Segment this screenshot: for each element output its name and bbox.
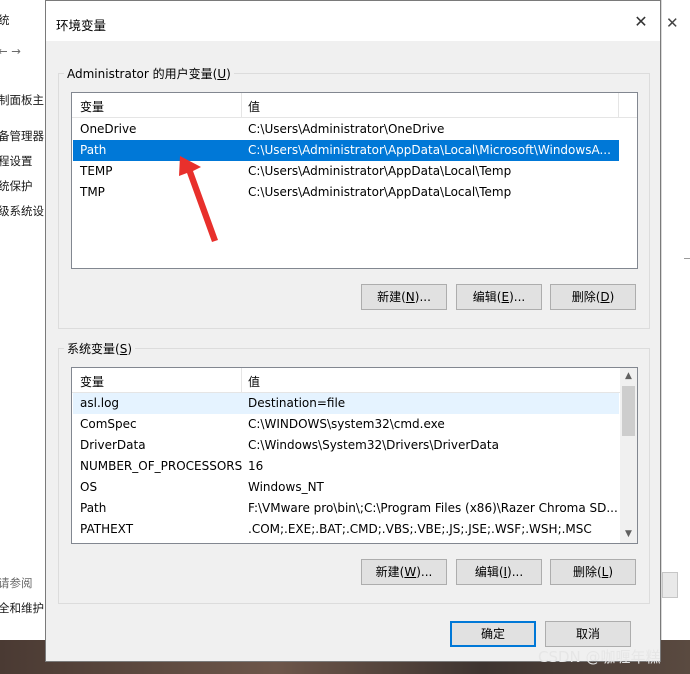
variable-value: C:\Users\Administrator\AppData\Local\Mic…	[248, 143, 611, 157]
column-header-variable[interactable]: 变量	[80, 98, 104, 115]
variable-name: DriverData	[80, 438, 146, 452]
user-edit-button[interactable]: 编辑(E)...	[456, 284, 542, 310]
background-window-right-edge: ✕	[661, 0, 690, 662]
system-edit-button[interactable]: 编辑(I)...	[456, 559, 542, 585]
scroll-down-icon[interactable]: ▼	[620, 526, 637, 543]
variable-name: PATHEXT	[80, 522, 134, 536]
system-row-pathext[interactable]: PATHEXT .COM;.EXE;.BAT;.CMD;.VBS;.VBE;.J…	[73, 519, 619, 540]
bg-fragment-system: 统	[0, 13, 10, 27]
system-delete-button[interactable]: 删除(L)	[550, 559, 636, 585]
bg-fragment-control-panel-home[interactable]: 制面板主	[0, 92, 44, 108]
bg-fragment-remote-settings[interactable]: 程设置	[0, 153, 33, 169]
dialog-titlebar[interactable]: 环境变量 ✕	[46, 1, 660, 41]
bg-fragment-advanced-settings[interactable]: 级系统设	[0, 203, 44, 219]
variable-name: ComSpec	[80, 417, 137, 431]
user-row-tmp[interactable]: TMP C:\Users\Administrator\AppData\Local…	[73, 182, 619, 203]
bg-fragment-device-manager[interactable]: 备管理器	[0, 128, 44, 144]
scroll-up-icon[interactable]: ▲	[620, 368, 637, 385]
system-new-button[interactable]: 新建(W)...	[361, 559, 447, 585]
background-control-panel-sidebar: 统 ← → 制面板主 备管理器 程设置 统保护 级系统设 请参阅 全和维护	[0, 0, 45, 662]
cancel-button[interactable]: 取消	[545, 621, 631, 647]
system-variables-list[interactable]: 变量 值 asl.log Destination=file ComSpec C:…	[71, 367, 638, 544]
variable-name: OneDrive	[80, 122, 137, 136]
bg-button-fragment[interactable]	[662, 572, 678, 598]
dialog-title: 环境变量	[56, 18, 107, 33]
variable-name: TEMP	[80, 164, 113, 178]
variable-value: C:\Users\Administrator\OneDrive	[248, 122, 445, 136]
variable-name: OS	[80, 480, 98, 494]
bg-fragment-security-maintenance[interactable]: 全和维护	[0, 600, 44, 616]
scroll-thumb[interactable]	[622, 386, 635, 436]
system-row-path[interactable]: Path F:\VMware pro\bin\;C:\Program Files…	[73, 498, 619, 519]
column-divider[interactable]	[241, 368, 242, 392]
bg-close-icon[interactable]: ✕	[666, 14, 679, 32]
system-row-asl-log[interactable]: asl.log Destination=file	[73, 393, 619, 414]
user-row-path-selected[interactable]: Path C:\Users\Administrator\AppData\Loca…	[73, 140, 619, 161]
variable-name: asl.log	[80, 396, 120, 410]
variable-name: Path	[80, 143, 107, 157]
system-list-scrollbar[interactable]: ▲ ▼	[620, 368, 637, 543]
variable-name: TMP	[80, 185, 105, 199]
bg-divider	[684, 258, 690, 271]
system-row-comspec[interactable]: ComSpec C:\WINDOWS\system32\cmd.exe	[73, 414, 619, 435]
system-row-os[interactable]: OS Windows_NT	[73, 477, 619, 498]
variable-value: 16	[248, 459, 264, 473]
column-divider[interactable]	[241, 93, 242, 117]
user-variables-list[interactable]: 变量 值 OneDrive C:\Users\Administrator\One…	[71, 92, 638, 269]
user-row-onedrive[interactable]: OneDrive C:\Users\Administrator\OneDrive	[73, 119, 619, 140]
bg-nav-arrows: ← →	[0, 44, 21, 58]
bg-fragment-system-protection[interactable]: 统保护	[0, 178, 33, 194]
column-divider[interactable]	[618, 93, 619, 117]
column-header-value[interactable]: 值	[248, 98, 260, 115]
variable-value: C:\Users\Administrator\AppData\Local\Tem…	[248, 164, 512, 178]
variable-value: C:\Windows\System32\Drivers\DriverData	[248, 438, 499, 452]
variable-value: C:\WINDOWS\system32\cmd.exe	[248, 417, 445, 431]
system-list-header: 变量 值	[72, 368, 620, 393]
user-list-header: 变量 值	[72, 93, 637, 118]
system-row-number-of-processors[interactable]: NUMBER_OF_PROCESSORS 16	[73, 456, 619, 477]
bg-fragment-see-also: 请参阅	[0, 576, 33, 590]
environment-variables-dialog: 环境变量 ✕ Administrator 的用户变量(U) 变量 值 OneDr…	[45, 0, 661, 662]
ok-button[interactable]: 确定	[450, 621, 536, 647]
close-icon[interactable]: ✕	[628, 9, 654, 35]
variable-value: Destination=file	[248, 396, 346, 410]
user-row-temp[interactable]: TEMP C:\Users\Administrator\AppData\Loca…	[73, 161, 619, 182]
variable-value: Windows_NT	[248, 480, 324, 494]
system-variables-label: 系统变量(S)	[64, 340, 135, 357]
variable-name: Path	[80, 501, 107, 515]
variable-name: NUMBER_OF_PROCESSORS	[80, 459, 243, 473]
variable-value: .COM;.EXE;.BAT;.CMD;.VBS;.VBE;.JS;.JSE;.…	[248, 522, 592, 536]
column-header-value[interactable]: 值	[248, 373, 260, 390]
system-row-driverdata[interactable]: DriverData C:\Windows\System32\Drivers\D…	[73, 435, 619, 456]
user-delete-button[interactable]: 删除(D)	[550, 284, 636, 310]
variable-value: F:\VMware pro\bin\;C:\Program Files (x86…	[248, 501, 618, 515]
user-variables-label: Administrator 的用户变量(U)	[64, 65, 234, 82]
column-header-variable[interactable]: 变量	[80, 373, 104, 390]
user-new-button[interactable]: 新建(N)...	[361, 284, 447, 310]
csdn-watermark: CSDN @咖喱年糕	[538, 648, 661, 666]
variable-value: C:\Users\Administrator\AppData\Local\Tem…	[248, 185, 512, 199]
